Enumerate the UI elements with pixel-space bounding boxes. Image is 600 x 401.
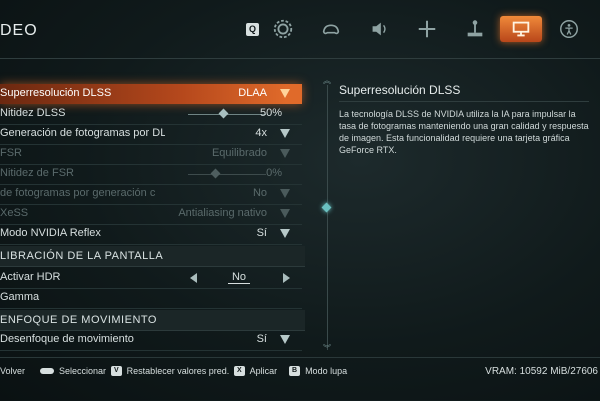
setting-dlss-superresolution[interactable]: Superresolución DLSS DLAA — [0, 84, 302, 104]
setting-xess: XeSS Antialiasing nativo — [0, 204, 302, 225]
section-title: LIBRACIÓN DE LA PANTALLA — [0, 250, 164, 262]
setting-value: 50% — [259, 107, 282, 119]
setting-fsr-sharpness: Nitidez de FSR 0% — [0, 164, 302, 185]
setting-label: Gamma — [0, 291, 40, 303]
magnifier-key: B — [289, 366, 301, 376]
setting-value: Antialiasing nativo — [178, 207, 267, 219]
setting-label: Generación de fotogramas por DL — [0, 127, 165, 139]
dropdown-arrow-icon — [280, 189, 290, 198]
slider-handle[interactable] — [218, 108, 229, 119]
setting-value: Sí — [256, 227, 267, 239]
setting-label: Nitidez de FSR — [0, 167, 74, 179]
setting-hdr[interactable]: Activar HDR No — [0, 268, 302, 289]
setting-value: 4x — [255, 127, 267, 139]
setting-fsr-frame-generation: de fotogramas por generación c No — [0, 184, 302, 205]
setting-dlss-sharpness[interactable]: Nitidez DLSS 50% — [0, 104, 302, 125]
top-bar: DEO Q — [0, 0, 600, 60]
reset-label: Restablecer valores pred. — [126, 366, 230, 376]
setting-label: Superresolución DLSS — [0, 87, 112, 99]
monitor-icon — [512, 21, 530, 37]
section-title: ENFOQUE DE MOVIMIENTO — [0, 314, 157, 326]
reset-hint[interactable]: V Restablecer valores pred. — [111, 366, 229, 376]
setting-value: No — [228, 271, 250, 284]
section-header-calibration: LIBRACIÓN DE LA PANTALLA — [0, 246, 305, 267]
tab-video[interactable] — [500, 16, 542, 42]
scroll-position-icon[interactable] — [321, 202, 332, 213]
setting-label: de fotogramas por generación c — [0, 187, 156, 199]
slider-track — [188, 174, 266, 175]
tab-accessibility[interactable] — [548, 16, 590, 42]
dropdown-arrow-icon[interactable] — [280, 89, 290, 98]
tab-general[interactable] — [262, 16, 304, 42]
panel-divider — [327, 85, 328, 350]
setting-label: Nitidez DLSS — [0, 107, 66, 119]
setting-value: No — [252, 187, 267, 199]
tab-controller[interactable] — [310, 16, 352, 42]
gear-icon — [273, 19, 293, 39]
setting-motion-blur[interactable]: Desenfoque de movimiento Sí — [0, 330, 302, 351]
description-text: La tecnología DLSS de NVIDIA utiliza la … — [339, 109, 589, 155]
joystick-icon — [467, 20, 483, 37]
setting-value: Sí — [256, 333, 267, 345]
setting-label: Modo NVIDIA Reflex — [0, 227, 101, 239]
setting-nvidia-reflex[interactable]: Modo NVIDIA Reflex Sí — [0, 224, 302, 245]
setting-label: XeSS — [0, 207, 29, 219]
vram-readout: VRAM: 10592 MiB/27606 — [485, 366, 598, 377]
setting-gamma[interactable]: Gamma — [0, 288, 302, 309]
setting-label: FSR — [0, 147, 22, 159]
reset-key: V — [111, 366, 122, 376]
apply-label: Aplicar — [249, 366, 278, 376]
back-label: Volver — [0, 366, 26, 376]
apply-hint[interactable]: X Aplicar — [234, 366, 277, 376]
dropdown-arrow-icon[interactable] — [280, 229, 290, 238]
setting-frame-generation[interactable]: Generación de fotogramas por DL 4x — [0, 124, 302, 145]
dropdown-arrow-icon — [280, 149, 290, 158]
magnifier-hint[interactable]: B Modo lupa — [289, 366, 347, 376]
setting-value: DLAA — [238, 87, 267, 99]
arrow-right-icon[interactable] — [283, 273, 290, 283]
select-key-icon — [40, 368, 54, 374]
accessibility-icon — [560, 20, 578, 38]
scroll-up-icon[interactable]: ︽ — [322, 77, 332, 85]
setting-fsr: FSR Equilibrado — [0, 144, 302, 165]
setting-label: Desenfoque de movimiento — [0, 333, 134, 345]
page-title: DEO — [0, 22, 38, 39]
crosshair-icon — [418, 20, 436, 38]
footer-bar: Volver Seleccionar V Restablecer valores… — [0, 357, 600, 401]
scroll-down-icon[interactable]: ︾ — [322, 345, 332, 353]
section-header-motion-blur: ENFOQUE DE MOVIMIENTO — [0, 310, 305, 331]
dropdown-arrow-icon — [280, 209, 290, 218]
setting-value: 0% — [266, 167, 282, 179]
speaker-icon — [372, 22, 386, 36]
header-divider — [0, 58, 600, 59]
slider-handle — [210, 168, 221, 179]
setting-value: Equilibrado — [211, 147, 267, 159]
back-hint[interactable]: Volver — [0, 366, 25, 376]
description-divider — [339, 101, 589, 102]
select-label: Seleccionar — [59, 366, 107, 376]
tab-input[interactable] — [454, 16, 496, 42]
setting-label: Activar HDR — [0, 271, 61, 283]
arrow-left-icon[interactable] — [190, 273, 197, 283]
tab-audio[interactable] — [358, 16, 400, 42]
dropdown-arrow-icon[interactable] — [280, 129, 290, 138]
settings-list: Superresolución DLSS DLAA Nitidez DLSS 5… — [0, 80, 305, 355]
select-hint[interactable]: Seleccionar — [40, 366, 106, 376]
dropdown-arrow-icon[interactable] — [280, 335, 290, 344]
description-title: Superresolución DLSS — [339, 83, 461, 97]
tab-aim[interactable] — [406, 16, 448, 42]
apply-key: X — [234, 366, 245, 376]
tab-prev-key: Q — [246, 23, 259, 36]
magnifier-label: Modo lupa — [305, 366, 348, 376]
controller-icon — [322, 24, 340, 35]
